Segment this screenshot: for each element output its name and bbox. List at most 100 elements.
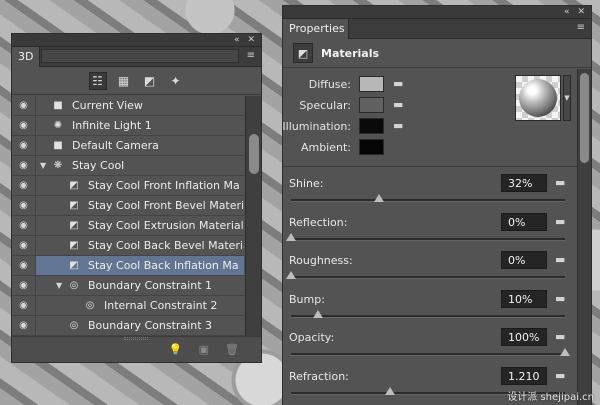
resize-grip[interactable] — [124, 337, 148, 340]
slider-knob[interactable] — [286, 271, 296, 279]
texture-folder-icon[interactable]: ▬ — [555, 330, 565, 343]
slider-value-field[interactable]: 32% — [501, 174, 547, 192]
scrollbar-thumb[interactable] — [249, 134, 259, 174]
layer-row[interactable]: ◉ ◎ Internal Constraint 2 — [12, 296, 244, 316]
texture-folder-icon[interactable]: ▬ — [555, 369, 565, 382]
constraint-icon: ◎ — [69, 320, 79, 331]
layer-row-body[interactable]: ✺ Infinite Light 1 — [36, 116, 244, 135]
tab-3d[interactable]: 3D — [12, 47, 40, 67]
slider-track[interactable] — [291, 237, 565, 241]
slider-track[interactable] — [291, 199, 565, 202]
layer-row-body[interactable]: ◎ Internal Constraint 2 — [36, 296, 244, 315]
swatch-row: Illumination: ▬ — [282, 117, 433, 137]
layer-row-body[interactable]: ◩ Stay Cool Front Bevel Material — [36, 196, 244, 215]
visibility-eye-icon[interactable]: ◉ — [12, 316, 36, 335]
slider-track[interactable] — [291, 314, 565, 318]
light-filter-icon[interactable]: ✦ — [167, 72, 185, 90]
slider-knob[interactable] — [373, 194, 384, 202]
camera-icon: ■ — [53, 140, 63, 151]
delete-icon[interactable]: 🗑 — [225, 343, 239, 356]
scrollbar-thumb[interactable] — [580, 73, 589, 163]
layer-row[interactable]: ◉ ◩ Stay Cool Back Bevel Material — [12, 236, 244, 256]
layer-row-body[interactable]: ■ Default Camera — [36, 136, 244, 155]
slider-knob[interactable] — [313, 309, 324, 318]
slider-value-field[interactable]: 0% — [501, 212, 547, 231]
material-picker-dropdown-icon[interactable]: ▼ — [563, 75, 571, 121]
scene-filter-icon[interactable]: ☷ — [88, 71, 107, 90]
layer-row-body[interactable]: ◩ Stay Cool Back Inflation Ma — [36, 256, 244, 275]
material-preview-sphere[interactable] — [515, 75, 561, 121]
layer-row[interactable]: ◉ ◩ Stay Cool Front Inflation Ma — [12, 176, 244, 196]
layer-row[interactable]: ◉ ◎ Boundary Constraint 3 — [12, 316, 244, 336]
layer-row[interactable]: ◉ ■ Current View — [12, 96, 244, 116]
close-icon[interactable]: ✕ — [247, 35, 255, 45]
layer-row[interactable]: ◉ ◩ Stay Cool Extrusion Material — [12, 216, 244, 236]
visibility-eye-icon[interactable]: ◉ — [12, 176, 36, 195]
close-icon[interactable]: ✕ — [577, 7, 585, 17]
visibility-eye-icon[interactable]: ◉ — [12, 216, 36, 235]
collapse-icon[interactable]: « — [564, 7, 570, 17]
visibility-eye-icon[interactable]: ◉ — [12, 196, 36, 215]
visibility-eye-icon[interactable]: ◉ — [12, 276, 36, 295]
tab-properties[interactable]: Properties — [283, 19, 349, 39]
texture-folder-icon[interactable]: ▬ — [555, 292, 565, 305]
add-light-icon[interactable]: 💡 — [169, 343, 183, 356]
swatch-row: Specular: ▬ — [283, 96, 433, 116]
texture-folder-icon[interactable]: ▬ — [555, 176, 565, 189]
layer-row-body[interactable]: ◩ Stay Cool Extrusion Material — [36, 216, 244, 235]
color-swatch[interactable] — [359, 97, 384, 113]
slider-track[interactable] — [291, 353, 565, 356]
layer-row-body[interactable]: ▼ ❋ Stay Cool — [36, 156, 244, 175]
visibility-eye-icon[interactable]: ◉ — [12, 296, 36, 315]
slider-label: Refraction: — [289, 369, 349, 383]
layer-row[interactable]: ◉ ◩ Stay Cool Back Inflation Ma — [12, 256, 244, 276]
material-filter-icon[interactable]: ◩ — [141, 72, 159, 90]
texture-folder-icon[interactable]: ▬ — [393, 98, 403, 111]
panel-menu-icon[interactable]: ≡ — [247, 50, 255, 61]
layer-row[interactable]: ◉ ◩ Stay Cool Front Bevel Material — [12, 196, 244, 216]
texture-folder-icon[interactable]: ▬ — [393, 77, 403, 90]
color-swatch[interactable] — [359, 76, 384, 92]
expand-toggle-icon[interactable]: ▼ — [40, 161, 46, 170]
slider-knob[interactable] — [286, 232, 296, 241]
new-scene-icon[interactable]: ▣ — [199, 343, 209, 356]
panel-menu-icon[interactable]: ≡ — [577, 22, 585, 33]
slider-knob[interactable] — [560, 348, 570, 356]
layer-row[interactable]: ◉ ✺ Infinite Light 1 — [12, 116, 244, 136]
collapse-icon[interactable]: « — [234, 35, 240, 45]
layer-row-body[interactable]: ■ Current View — [36, 96, 244, 115]
layer-row-body[interactable]: ◩ Stay Cool Back Bevel Material — [36, 236, 244, 255]
slider-value-field[interactable]: 100% — [501, 328, 547, 346]
layer-row[interactable]: ◉ ■ Default Camera — [12, 136, 244, 156]
layer-row-body[interactable]: ◩ Stay Cool Front Inflation Ma — [36, 176, 244, 195]
visibility-eye-icon[interactable]: ◉ — [12, 256, 36, 275]
texture-folder-icon[interactable]: ▬ — [555, 253, 565, 266]
color-swatch[interactable] — [359, 118, 384, 134]
visibility-eye-icon[interactable]: ◉ — [12, 116, 36, 135]
layer-list-scrollbar[interactable] — [245, 96, 261, 336]
layer-label: Infinite Light 1 — [72, 119, 152, 132]
layer-row-body[interactable]: ◎ Boundary Constraint 3 — [36, 316, 244, 335]
slider-track[interactable] — [291, 276, 565, 279]
color-swatch[interactable] — [359, 139, 384, 155]
expand-toggle-icon[interactable]: ▼ — [56, 281, 62, 290]
constraint-icon: ◎ — [85, 300, 95, 311]
mesh-filter-icon[interactable]: ▦ — [115, 72, 133, 90]
visibility-eye-icon[interactable]: ◉ — [12, 136, 36, 155]
panel-3d-footer: 💡 ▣ 🗑 — [12, 336, 261, 362]
materials-properties-body: ▼ Diffuse: ▬ Specular: ▬ Illumination: ▬ Ambie… — [282, 69, 578, 405]
visibility-eye-icon[interactable]: ◉ — [12, 96, 36, 115]
panel-properties: « ✕ Properties ≡ ◩ Materials ▼ Diffuse: ▬… — [282, 5, 592, 405]
properties-scrollbar[interactable] — [577, 69, 591, 405]
texture-folder-icon[interactable]: ▬ — [555, 215, 565, 228]
slider-value-field[interactable]: 0% — [501, 251, 547, 269]
layer-row[interactable]: ◉ ▼ ◎ Boundary Constraint 1 — [12, 276, 244, 296]
texture-folder-icon[interactable]: ▬ — [393, 119, 403, 132]
slider-value-field[interactable]: 10% — [501, 289, 547, 308]
slider-knob[interactable] — [384, 386, 395, 395]
layer-row-body[interactable]: ▼ ◎ Boundary Constraint 1 — [36, 276, 244, 295]
slider-value-field[interactable]: 1.210 — [501, 366, 547, 385]
visibility-eye-icon[interactable]: ◉ — [12, 236, 36, 255]
visibility-eye-icon[interactable]: ◉ — [12, 156, 36, 175]
layer-row[interactable]: ◉ ▼ ❋ Stay Cool — [12, 156, 244, 176]
